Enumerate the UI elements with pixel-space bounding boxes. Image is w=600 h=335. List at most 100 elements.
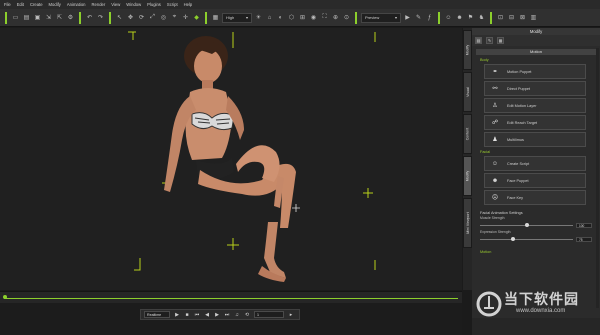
watermark: 当下软件园 www.downxia.com — [474, 287, 598, 327]
face-key-button[interactable]: ☹ Face Key — [484, 190, 586, 205]
rotate-icon[interactable]: ⟳ — [137, 13, 146, 22]
timeline-track[interactable] — [4, 298, 458, 299]
playback-area: Realtime ▶ ■ ⏮ ◀ ▶ ⏭ ♫ ⟲ 1 ▸ — [0, 303, 462, 335]
menu-render[interactable]: Render — [92, 2, 106, 7]
slider-knob[interactable] — [510, 237, 515, 241]
tab-modify-top[interactable]: Modify — [463, 30, 472, 70]
playback-mode-dropdown[interactable]: Realtime — [144, 311, 170, 318]
panel-scrollbar[interactable] — [596, 48, 599, 308]
tab-modify[interactable]: Modify — [463, 156, 472, 196]
tab-visual[interactable]: Visual — [463, 72, 472, 112]
muscle-strength-slider[interactable] — [480, 223, 573, 227]
menu-edit[interactable]: Edit — [17, 2, 24, 7]
3d-viewport[interactable] — [0, 28, 462, 290]
fit-icon[interactable]: ⛶ — [320, 13, 329, 22]
camera-icon[interactable]: ⌂ — [265, 13, 274, 22]
menu-window[interactable]: Window — [126, 2, 141, 7]
preview-dropdown[interactable]: Preview ▾ — [361, 12, 401, 23]
settings-icon[interactable]: ⚙ — [66, 13, 75, 22]
section-header[interactable]: Motion — [476, 49, 596, 55]
character-figure[interactable] — [140, 36, 330, 286]
motion-puppet-button[interactable]: ⚭ Motion Puppet — [484, 64, 586, 79]
timeline-bar[interactable] — [0, 291, 462, 303]
last-frame-icon[interactable]: ⏭ — [224, 312, 230, 318]
menu-create[interactable]: Create — [30, 2, 43, 7]
render-icon[interactable]: ▶ — [403, 13, 412, 22]
pick-parent-icon[interactable]: ◆ — [192, 13, 201, 22]
face — [194, 49, 222, 83]
import-icon[interactable]: ⇲ — [44, 13, 53, 22]
prev-frame-icon[interactable]: ◀ — [204, 312, 210, 318]
motion-icon[interactable]: ✎ — [486, 37, 493, 44]
frame-field[interactable]: 1 — [254, 311, 284, 318]
zoom-icon[interactable]: ⊕ — [331, 13, 340, 22]
snap-icon[interactable]: ⌖ — [170, 13, 179, 22]
display-mode-icon[interactable]: ▦ — [211, 13, 220, 22]
content-icon[interactable]: ⊡ — [496, 13, 505, 22]
facial-group-label: Facial — [480, 150, 491, 154]
stop-icon[interactable]: ■ — [184, 312, 190, 318]
orbit-icon[interactable]: ⊙ — [342, 13, 351, 22]
next-frame-icon[interactable]: ▶ — [214, 312, 220, 318]
motion-layer-icon: ♙ — [492, 103, 498, 109]
modify-panel: Modify ▤ ✎ ▦ Motion Body ⚭ Motion Puppet … — [472, 28, 600, 318]
new-project-icon[interactable]: ▭ — [11, 13, 20, 22]
menu-script[interactable]: Script — [167, 2, 178, 7]
quality-dropdown[interactable]: High ▾ — [222, 12, 252, 23]
playback-controls: Realtime ▶ ■ ⏮ ◀ ▶ ⏭ ♫ ⟲ 1 ▸ — [140, 309, 300, 320]
material-icon[interactable]: ▦ — [497, 37, 504, 44]
panel-icon[interactable]: ▥ — [529, 13, 538, 22]
puppet-icon[interactable]: ♞ — [477, 13, 486, 22]
grid-icon[interactable]: ⊞ — [298, 13, 307, 22]
expand-icon[interactable]: ▸ — [288, 312, 294, 318]
tab-content[interactable]: Content — [463, 114, 472, 154]
menu-help[interactable]: Help — [184, 2, 193, 7]
muscle-strength-row: 100 — [480, 221, 592, 230]
menu-animation[interactable]: Animation — [67, 2, 86, 7]
move-icon[interactable]: ✥ — [126, 13, 135, 22]
direct-puppet-button[interactable]: ⚯ Direct Puppet — [484, 81, 586, 96]
character-icon[interactable]: ☺ — [444, 13, 453, 22]
menu-view[interactable]: View — [111, 2, 120, 7]
brush-icon[interactable]: ✎ — [414, 13, 423, 22]
slider-knob[interactable] — [524, 223, 529, 227]
menu-plugins[interactable]: Plugins — [147, 2, 161, 7]
export-icon[interactable]: ⇱ — [55, 13, 64, 22]
expression-strength-slider[interactable] — [480, 237, 573, 241]
multilimus-button[interactable]: ♟ Multilimus — [484, 132, 586, 147]
pivot-icon[interactable]: ✛ — [181, 13, 190, 22]
menu-modify[interactable]: Modify — [49, 2, 61, 7]
first-frame-icon[interactable]: ⏮ — [194, 312, 200, 318]
redo-icon[interactable]: ↷ — [96, 13, 105, 22]
save-icon[interactable]: ▣ — [33, 13, 42, 22]
audio-icon[interactable]: ♫ — [234, 312, 240, 318]
motion-icon[interactable]: ⚑ — [466, 13, 475, 22]
undo-icon[interactable]: ↶ — [85, 13, 94, 22]
menu-file[interactable]: File — [4, 2, 11, 7]
chevron-down-icon: ▾ — [245, 15, 248, 20]
scene-icon[interactable]: ⊟ — [507, 13, 516, 22]
wireframe-icon[interactable]: ⬡ — [287, 13, 296, 22]
visual-icon[interactable]: ⊠ — [518, 13, 527, 22]
attribute-icon[interactable]: ▤ — [475, 37, 482, 44]
reach-target-icon: ☍ — [491, 120, 499, 126]
facial-icon[interactable]: ☻ — [455, 13, 464, 22]
light-icon[interactable]: ☀ — [254, 13, 263, 22]
shading-icon[interactable]: ◐ — [276, 13, 285, 22]
create-script-button[interactable]: ☺ Create Script — [484, 156, 586, 171]
script-icon[interactable]: ƒ — [425, 13, 434, 22]
loop-icon[interactable]: ⟲ — [244, 312, 250, 318]
timeline-playhead[interactable] — [3, 295, 7, 299]
open-project-icon[interactable]: ▤ — [22, 13, 31, 22]
face-puppet-button[interactable]: ☻ Face Puppet — [484, 173, 586, 188]
play-icon[interactable]: ▶ — [174, 312, 180, 318]
muscle-strength-value[interactable]: 100 — [576, 223, 592, 228]
edit-motion-layer-button[interactable]: ♙ Edit Motion Layer — [484, 98, 586, 113]
expression-strength-value[interactable]: 75 — [576, 237, 592, 242]
scale-icon[interactable]: ⤢ — [148, 13, 157, 22]
tab-mini-viewport[interactable]: Mini Viewport — [463, 198, 472, 248]
gizmo-icon[interactable]: ◎ — [159, 13, 168, 22]
edit-reach-target-button[interactable]: ☍ Edit Reach Target — [484, 115, 586, 130]
select-icon[interactable]: ↖ — [115, 13, 124, 22]
view-icon[interactable]: ◉ — [309, 13, 318, 22]
